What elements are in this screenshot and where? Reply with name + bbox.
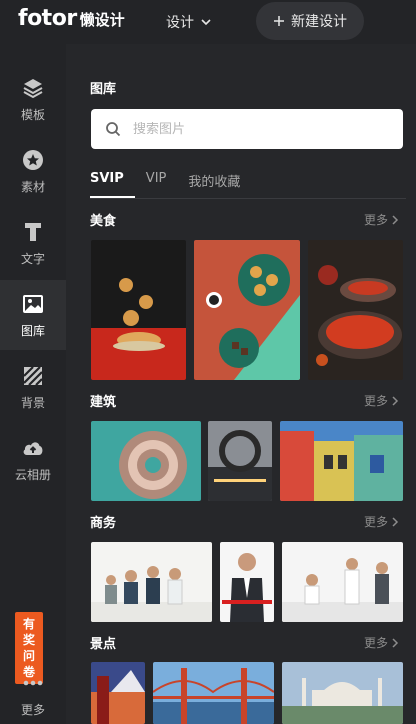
chevron-down-icon (201, 19, 211, 26)
photo-thumbnail[interactable] (91, 240, 186, 380)
rail-item-label: 图库 (20, 323, 45, 338)
more-link-food[interactable]: 更多 (364, 211, 400, 228)
rail-item-more[interactable]: 更多 (0, 664, 66, 724)
more-dots-icon (23, 680, 43, 685)
photo-thumbnail[interactable] (308, 240, 403, 380)
star-icon (23, 149, 43, 170)
rail-item-cloud-album[interactable]: 云相册 (0, 424, 66, 494)
new-design-label: 新建设计 (291, 14, 347, 30)
more-link-scenic[interactable]: 更多 (364, 634, 400, 651)
more-link-business[interactable]: 更多 (364, 513, 400, 530)
section-title-architecture: 建筑 (90, 395, 117, 410)
cloud-upload-icon (23, 441, 43, 455)
design-menu-label: 设计 (166, 15, 194, 31)
rail-item-templates[interactable]: 模板 (0, 64, 66, 134)
chevron-right-icon (392, 395, 399, 406)
design-menu[interactable]: 设计 (166, 12, 212, 32)
more-link-architecture[interactable]: 更多 (364, 392, 400, 409)
logo[interactable]: fotor 懒设计 (18, 6, 125, 31)
text-icon (25, 222, 41, 241)
section-title-food: 美食 (90, 214, 117, 229)
tabs-divider (90, 198, 406, 199)
section-title-business: 商务 (90, 516, 117, 531)
search-icon (106, 122, 121, 137)
photo-thumbnail[interactable] (280, 421, 403, 501)
more-label: 更多 (364, 394, 389, 408)
rail-item-label: 更多 (20, 702, 45, 717)
reward-char: 奖 (22, 633, 35, 647)
photo-thumbnail[interactable] (194, 240, 300, 380)
brand-subtitle: 懒设计 (79, 11, 125, 29)
rail-item-label: 文字 (20, 251, 45, 266)
layers-icon (23, 78, 43, 98)
rail-item-gallery[interactable]: 图库 (0, 280, 66, 350)
rail-item-label: 模板 (20, 107, 45, 122)
photo-thumbnail[interactable] (91, 662, 145, 724)
section-title-scenic: 景点 (90, 637, 117, 652)
stripes-icon (23, 365, 43, 386)
left-rail: 模板 素材 文字 图库 背景 云相册 有 奖 问 卷 更多 (0, 44, 66, 724)
more-label: 更多 (364, 515, 389, 529)
tab-svip[interactable]: SVIP (90, 171, 124, 195)
reward-char: 问 (22, 649, 35, 663)
rail-item-label: 云相册 (14, 467, 51, 482)
photo-thumbnail[interactable] (153, 662, 274, 724)
image-icon (23, 294, 43, 313)
photo-thumbnail[interactable] (220, 542, 274, 622)
photo-thumbnail[interactable] (91, 421, 201, 501)
rail-item-elements[interactable]: 素材 (0, 136, 66, 206)
photo-thumbnail[interactable] (282, 542, 403, 622)
tab-favorites[interactable]: 我的收藏 (188, 171, 240, 195)
rail-item-label: 素材 (20, 179, 45, 194)
new-design-button[interactable]: 新建设计 (256, 2, 364, 40)
more-label: 更多 (364, 213, 389, 227)
photo-thumbnail[interactable] (91, 542, 212, 622)
photo-thumbnail[interactable] (208, 421, 272, 501)
brand-name: fotor (18, 6, 77, 31)
top-bar: fotor 懒设计 设计 新建设计 (0, 0, 416, 44)
rail-item-label: 背景 (20, 395, 45, 410)
photo-thumbnail[interactable] (282, 662, 403, 724)
chevron-right-icon (392, 637, 399, 648)
plus-icon (274, 16, 284, 26)
search-input[interactable] (133, 121, 373, 137)
rail-item-background[interactable]: 背景 (0, 352, 66, 422)
reward-char: 有 (22, 617, 35, 631)
tab-bar: SVIP VIP 我的收藏 (90, 171, 240, 195)
more-label: 更多 (364, 636, 389, 650)
panel-title: 图库 (90, 82, 117, 97)
gallery-panel: 图库 SVIP VIP 我的收藏 美食 更多 建筑 更多 商务 更多 (66, 44, 416, 724)
tab-vip[interactable]: VIP (146, 171, 167, 195)
rail-item-text[interactable]: 文字 (0, 208, 66, 278)
search-box[interactable] (91, 109, 403, 149)
chevron-right-icon (392, 214, 399, 225)
chevron-right-icon (392, 516, 399, 527)
